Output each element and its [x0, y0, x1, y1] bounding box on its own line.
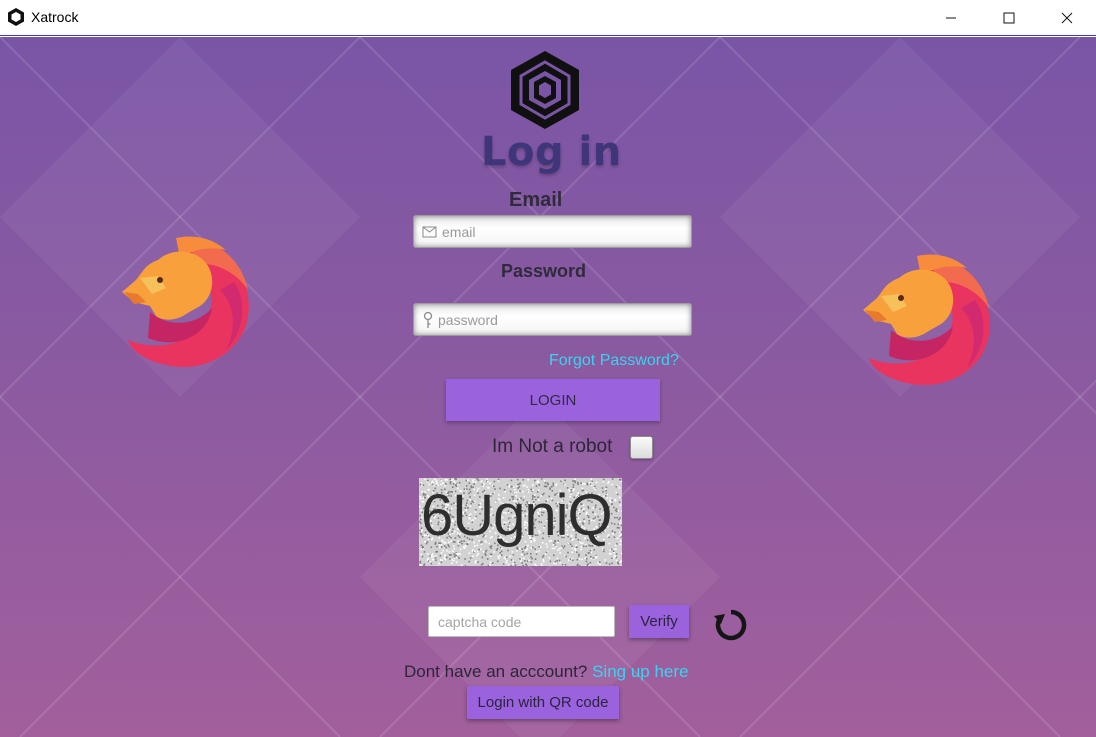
email-field-wrapper[interactable] [413, 215, 692, 248]
password-label: Password [501, 261, 587, 281]
minimize-button[interactable] [922, 0, 980, 36]
verify-button[interactable]: Verify [629, 605, 689, 638]
window-title: Xatrock [31, 9, 79, 25]
signup-link[interactable]: Sing up here [592, 662, 688, 681]
close-button[interactable] [1038, 0, 1096, 36]
captcha-input[interactable] [428, 606, 615, 637]
key-icon [423, 311, 433, 328]
maximize-icon [1003, 12, 1015, 24]
email-input[interactable] [442, 219, 682, 244]
password-field-wrapper[interactable] [413, 303, 692, 336]
captcha-image: 6UgniQ [419, 478, 622, 566]
email-label: Email [509, 189, 563, 211]
close-icon [1061, 12, 1073, 24]
forgot-password-link[interactable]: Forgot Password? [549, 352, 679, 370]
login-button[interactable]: LOGIN [446, 379, 660, 421]
minimize-icon [946, 17, 956, 19]
page-title: Log in [481, 129, 622, 175]
mail-icon [422, 226, 437, 237]
robot-checkbox[interactable] [630, 436, 653, 459]
lion-illustration [863, 254, 990, 386]
signup-prompt-text: Dont have an acccount? [404, 662, 588, 681]
signup-prompt: Dont have an acccount? Sing up here [404, 662, 689, 682]
robot-check-label: Im Not a robot [492, 436, 613, 457]
app-logo-icon [511, 51, 579, 129]
lion-illustration [122, 236, 249, 368]
password-input[interactable] [438, 307, 678, 332]
app-logo-icon [8, 8, 24, 26]
qr-login-button[interactable]: Login with QR code [467, 686, 619, 719]
window-titlebar: Xatrock [0, 0, 1096, 36]
login-screen: Log in Email Password Forgot Password? L… [0, 37, 1096, 737]
maximize-button[interactable] [980, 0, 1038, 36]
refresh-icon[interactable] [713, 607, 749, 643]
captcha-code: 6UgniQ [421, 483, 613, 548]
